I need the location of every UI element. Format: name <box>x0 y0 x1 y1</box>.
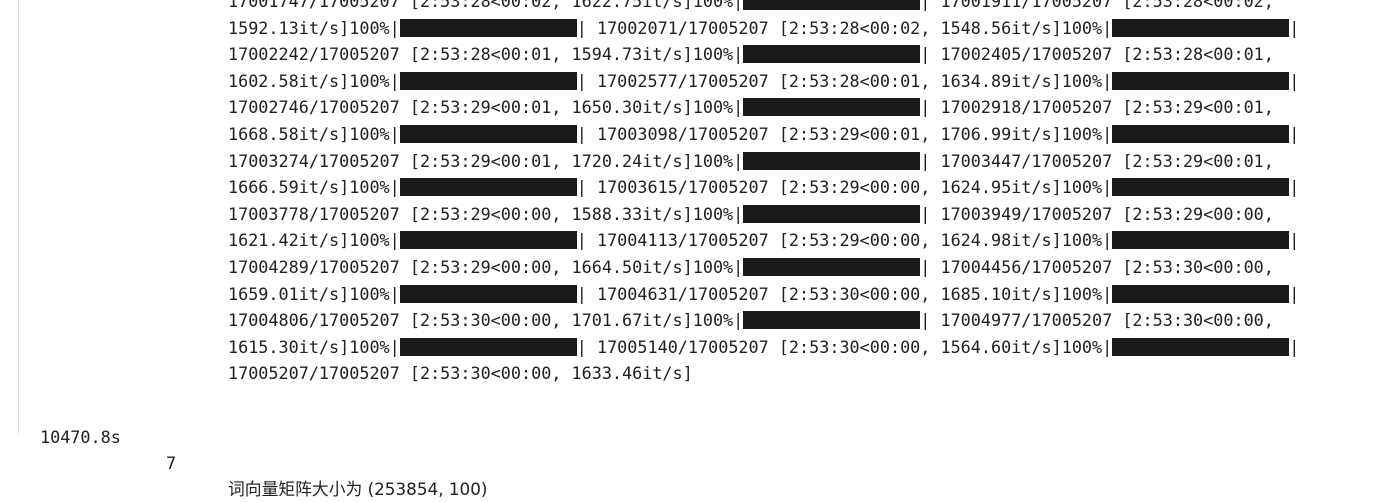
output-text: | 17003615/17005207 [2:53:29<00:00, 1624… <box>576 177 1113 198</box>
progress-bar-full <box>743 45 921 64</box>
output-line: 17004289/17005207 [2:53:29<00:00, 1664.5… <box>228 254 1363 281</box>
output-text: | <box>1289 177 1300 198</box>
output-line: 17002242/17005207 [2:53:28<00:01, 1594.7… <box>228 41 1363 68</box>
progress-bar-full <box>743 0 921 10</box>
progress-bar-full <box>399 178 577 197</box>
output-text: 1668.58it/s]100%| <box>228 123 400 144</box>
output-line: 1592.13it/s]100%| | 17002071/17005207 [2:… <box>228 15 1363 42</box>
progress-bar-full <box>743 311 921 330</box>
output-text: 17002242/17005207 [2:53:28<00:01, 1594.7… <box>228 44 744 65</box>
output-text: 17003778/17005207 [2:53:29<00:00, 1588.3… <box>228 203 744 224</box>
output-line: 1659.01it/s]100%| | 17004631/17005207 [2:… <box>228 281 1363 308</box>
output-text: 17004289/17005207 [2:53:29<00:00, 1664.5… <box>228 256 744 277</box>
output-line: 17002746/17005207 [2:53:29<00:01, 1650.3… <box>228 94 1363 121</box>
progress-bar-full <box>399 18 577 37</box>
output-text: | <box>1289 336 1300 357</box>
log-elapsed-time: 10470.8s <box>40 427 121 447</box>
output-text: 1621.42it/s]100%| <box>228 230 400 251</box>
cell-left-divider <box>18 0 19 434</box>
output-text: | <box>1289 230 1300 251</box>
output-text: | <box>1289 283 1300 304</box>
progress-bar-full <box>743 98 921 117</box>
output-text: 1592.13it/s]100%| <box>228 17 400 38</box>
output-text: | <box>1289 123 1300 144</box>
progress-bar-full <box>1112 124 1290 143</box>
output-text: | <box>1289 70 1300 91</box>
log-line-number: 7 <box>166 453 177 473</box>
output-line: 1602.58it/s]100%| | 17002577/17005207 [2:… <box>228 68 1363 95</box>
output-text: | 17004113/17005207 [2:53:29<00:00, 1624… <box>576 230 1113 251</box>
output-line: 1621.42it/s]100%| | 17004113/17005207 [2:… <box>228 227 1363 254</box>
output-text: | <box>1289 17 1300 38</box>
progress-bar-full <box>399 124 577 143</box>
output-line: 1615.30it/s]100%| | 17005140/17005207 [2:… <box>228 334 1363 361</box>
output-text: | 17003949/17005207 [2:53:29<00:00, <box>920 203 1274 224</box>
output-text: | 17002071/17005207 [2:53:28<00:02, 1548… <box>576 17 1113 38</box>
output-text: 17005207/17005207 [2:53:30<00:00, 1633.4… <box>228 363 693 384</box>
log-message: 词向量矩阵大小为 (253854, 100) <box>228 479 488 499</box>
output-text: | 17003447/17005207 [2:53:29<00:01, <box>920 150 1274 171</box>
output-line: 17003778/17005207 [2:53:29<00:00, 1588.3… <box>228 201 1363 228</box>
output-text: | 17002577/17005207 [2:53:28<00:01, 1634… <box>576 70 1113 91</box>
output-text: | 17005140/17005207 [2:53:30<00:00, 1564… <box>576 336 1113 357</box>
progress-bar-full <box>1112 284 1290 303</box>
output-text: | 17004631/17005207 [2:53:30<00:00, 1685… <box>576 283 1113 304</box>
output-text: 17001747/17005207 [2:53:28<00:02, 1622.7… <box>228 0 744 11</box>
output-text: | 17004977/17005207 [2:53:30<00:00, <box>920 310 1274 331</box>
output-text: | 17003098/17005207 [2:53:29<00:01, 1706… <box>576 123 1113 144</box>
output-line: 1666.59it/s]100%| | 17003615/17005207 [2:… <box>228 174 1363 201</box>
output-text: 17003274/17005207 [2:53:29<00:01, 1720.2… <box>228 150 744 171</box>
output-text: 17002746/17005207 [2:53:29<00:01, 1650.3… <box>228 97 744 118</box>
output-text: 1615.30it/s]100%| <box>228 336 400 357</box>
progress-bar-full <box>399 284 577 303</box>
progress-bar-full <box>743 257 921 276</box>
progress-bar-full <box>743 204 921 223</box>
progress-bar-full <box>1112 178 1290 197</box>
progress-bar-full <box>1112 18 1290 37</box>
progress-bar-full <box>743 151 921 170</box>
log-row: 10470.8s 7 词向量矩阵大小为 (253854, 100) <box>0 398 1379 499</box>
cell-output-stream: 17001747/17005207 [2:53:28<00:02, 1622.7… <box>228 0 1363 387</box>
progress-bar-full <box>399 337 577 356</box>
progress-bar-full <box>1112 231 1290 250</box>
output-line: 17001747/17005207 [2:53:28<00:02, 1622.7… <box>228 0 1363 15</box>
output-line: 17005207/17005207 [2:53:30<00:00, 1633.4… <box>228 360 1363 387</box>
output-text: 1666.59it/s]100%| <box>228 177 400 198</box>
progress-bar-full <box>1112 71 1290 90</box>
output-text: | 17002918/17005207 [2:53:29<00:01, <box>920 97 1274 118</box>
progress-bar-full <box>1112 337 1290 356</box>
output-text: 17004806/17005207 [2:53:30<00:00, 1701.6… <box>228 310 744 331</box>
output-text: | 17002405/17005207 [2:53:28<00:01, <box>920 44 1274 65</box>
progress-bar-full <box>399 231 577 250</box>
output-text: | 17001911/17005207 [2:53:28<00:02, <box>920 0 1274 11</box>
output-text: 1602.58it/s]100%| <box>228 70 400 91</box>
output-line: 17003274/17005207 [2:53:29<00:01, 1720.2… <box>228 148 1363 175</box>
output-text: | 17004456/17005207 [2:53:30<00:00, <box>920 256 1274 277</box>
output-line: 1668.58it/s]100%| | 17003098/17005207 [2:… <box>228 121 1363 148</box>
output-line: 17004806/17005207 [2:53:30<00:00, 1701.6… <box>228 307 1363 334</box>
output-text: 1659.01it/s]100%| <box>228 283 400 304</box>
progress-bar-full <box>399 71 577 90</box>
